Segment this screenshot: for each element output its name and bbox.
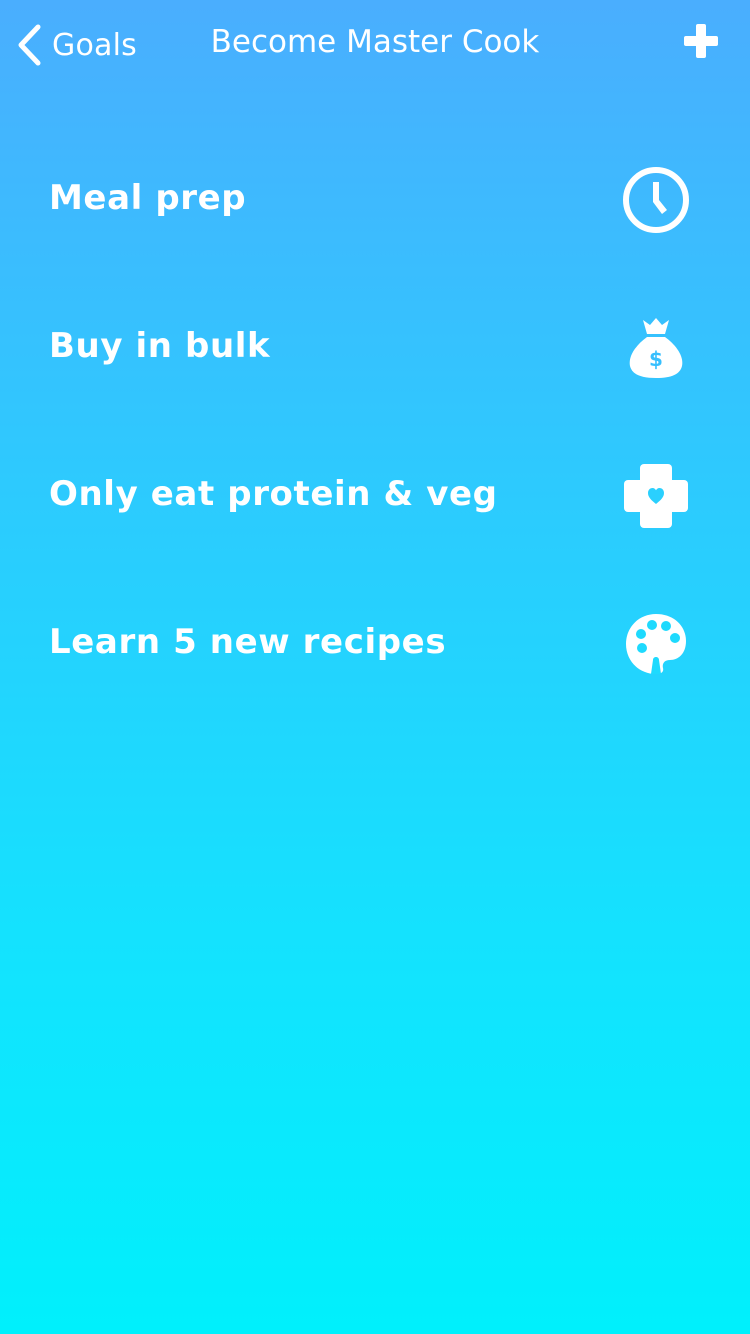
goal-label: Meal prep xyxy=(49,178,247,218)
goal-label: Buy in bulk xyxy=(49,326,271,366)
money-bag-icon: $ xyxy=(620,312,692,384)
back-button[interactable]: Goals xyxy=(16,22,137,68)
palette-icon xyxy=(620,608,692,680)
goal-row-learn-recipes[interactable]: Learn 5 new recipes xyxy=(0,572,750,720)
clock-icon xyxy=(620,164,692,236)
back-button-label: Goals xyxy=(52,27,137,63)
goal-label: Learn 5 new recipes xyxy=(49,622,447,662)
chevron-left-icon xyxy=(18,24,41,66)
add-goal-button[interactable] xyxy=(684,24,718,58)
svg-text:$: $ xyxy=(649,347,663,371)
navigation-bar: Goals Become Master Cook xyxy=(0,0,750,88)
health-cross-icon xyxy=(620,460,692,532)
goal-row-buy-in-bulk[interactable]: Buy in bulk $ xyxy=(0,276,750,424)
goal-row-protein-veg[interactable]: Only eat protein & veg xyxy=(0,424,750,572)
goal-label: Only eat protein & veg xyxy=(49,474,498,514)
plus-icon xyxy=(684,24,718,58)
goal-row-meal-prep[interactable]: Meal prep xyxy=(0,128,750,276)
page-title: Become Master Cook xyxy=(210,24,540,60)
goal-list: Meal prep Buy in bulk $ Only eat protein… xyxy=(0,128,750,720)
